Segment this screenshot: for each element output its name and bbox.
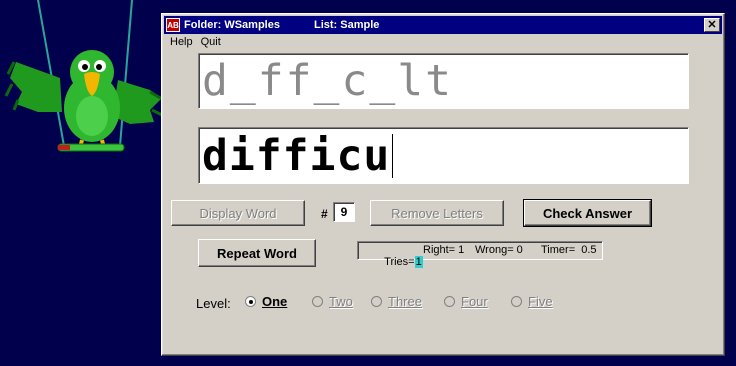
level-option-label: Four	[461, 294, 488, 309]
level-option-label: Three	[388, 294, 422, 309]
word-count-value: 9	[333, 202, 355, 222]
main-window: AB Folder: WSamples List: Sample ✕ Help …	[161, 13, 725, 356]
radio-checked-icon	[245, 296, 256, 307]
tries-stat: Tries=1	[366, 244, 423, 280]
score-panel: Tries=1 Right= 1 Wrong= 0 Timer= 0.5	[357, 241, 603, 268]
menu-quit[interactable]: Quit	[197, 36, 225, 52]
timer-stat: Timer= 0.5	[541, 244, 597, 256]
masked-word-text: d_ff_c_lt	[202, 56, 453, 106]
level-radio-three[interactable]: Three	[371, 294, 422, 309]
level-radio-two[interactable]: Two	[312, 294, 353, 309]
app-icon: AB	[166, 18, 180, 32]
wrong-stat: Wrong= 0	[475, 244, 523, 256]
level-radio-five[interactable]: Five	[511, 294, 553, 309]
level-option-label: Five	[528, 294, 553, 309]
word-count-label: #	[321, 207, 328, 221]
tries-value: 1	[414, 256, 423, 268]
level-radio-one[interactable]: One	[245, 294, 287, 309]
level-label: Level:	[196, 295, 231, 311]
radio-empty-icon	[312, 296, 323, 307]
repeat-word-button[interactable]: Repeat Word	[198, 239, 316, 267]
parrot-mascot-icon	[4, 0, 165, 152]
radio-empty-icon	[444, 296, 455, 307]
level-radio-four[interactable]: Four	[444, 294, 488, 309]
masked-word-display: d_ff_c_lt	[198, 53, 689, 109]
menu-help[interactable]: Help	[166, 36, 197, 52]
remove-letters-button[interactable]: Remove Letters	[370, 200, 504, 226]
text-caret	[392, 133, 394, 178]
display-word-button[interactable]: Display Word	[171, 200, 305, 226]
radio-empty-icon	[511, 296, 522, 307]
right-stat: Right= 1	[423, 244, 465, 256]
answer-input[interactable]: difficu	[198, 127, 689, 184]
check-answer-button[interactable]: Check Answer	[523, 199, 652, 227]
menu-bar: Help Quit	[166, 36, 225, 52]
close-button[interactable]: ✕	[704, 18, 720, 32]
level-selector: Level:	[196, 294, 237, 312]
radio-empty-icon	[371, 296, 382, 307]
title-bar: AB Folder: WSamples List: Sample ✕	[164, 16, 722, 34]
level-option-label: One	[262, 294, 288, 309]
title-list: List: Sample	[313, 19, 380, 31]
tries-label: Tries=	[384, 256, 415, 268]
answer-text: difficu	[202, 130, 391, 181]
title-folder: Folder: WSamples	[184, 19, 280, 31]
level-option-label: Two	[329, 294, 353, 309]
